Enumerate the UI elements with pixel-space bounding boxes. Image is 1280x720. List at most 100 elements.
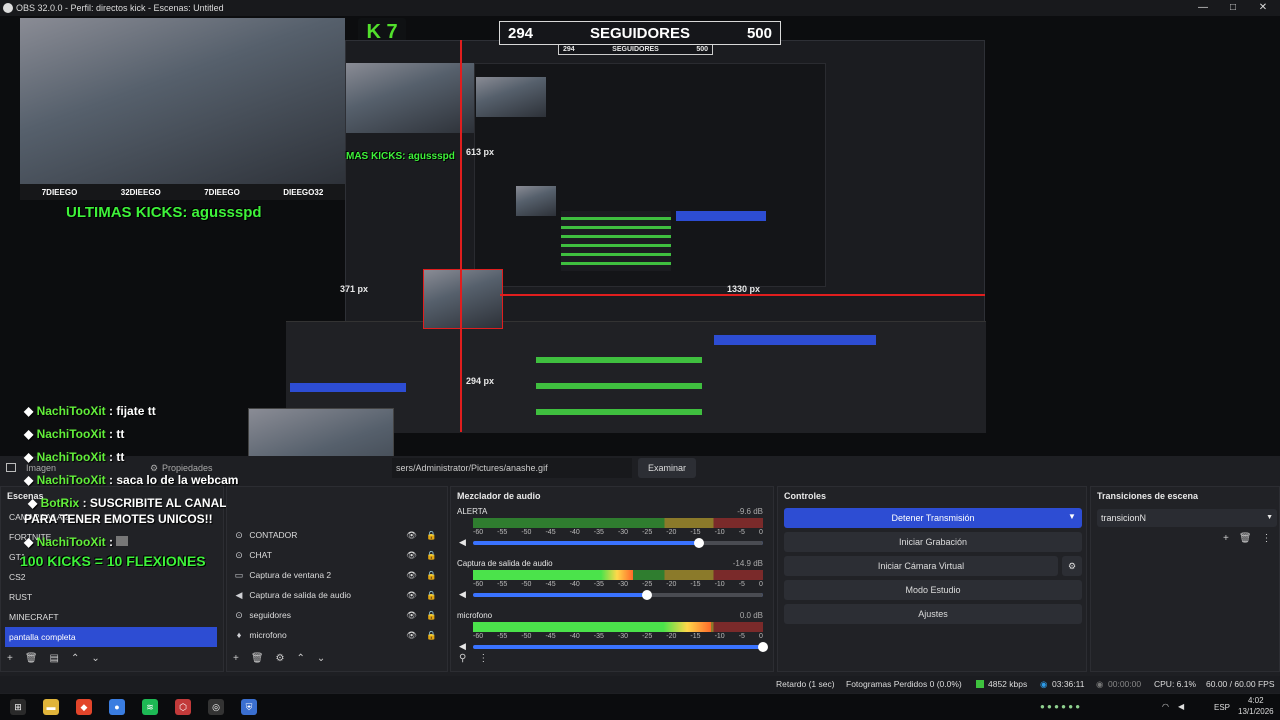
meter-tick-label: -15	[690, 581, 701, 588]
transitions-dock: Transiciones de escena transicionN ▼ + 🗑…	[1090, 486, 1280, 672]
dropped-frames: Fotogramas Perdidos 0 (0.0%)	[846, 679, 962, 689]
remove-source-icon[interactable]: 🗑	[251, 653, 264, 664]
brave-icon[interactable]: ◆	[76, 699, 92, 715]
start-icon[interactable]: ⊞	[10, 699, 26, 715]
mute-speaker-icon[interactable]: ◀	[459, 641, 466, 652]
channel-name: ALERTA	[457, 507, 488, 516]
spotify-icon[interactable]: ≋	[142, 699, 158, 715]
path-field[interactable]: sers/Administrator/Pictures/anashe.gif	[392, 458, 632, 478]
scenes-toolbar: + 🗑 ▤ ⌃ ⌄	[7, 653, 100, 664]
virtual-camera-settings-button[interactable]: ⚙	[1062, 556, 1082, 576]
volume-slider-knob[interactable]	[642, 590, 652, 600]
source-item[interactable]: ⊙ seguidores 👁 🔒	[231, 605, 445, 625]
visibility-icon[interactable]: 👁	[406, 585, 417, 605]
remove-scene-icon[interactable]: 🗑	[25, 653, 38, 664]
mute-speaker-icon[interactable]: ◀	[459, 589, 466, 600]
move-up-icon[interactable]: ⌃	[297, 653, 305, 664]
meter-tick-label: -40	[569, 581, 580, 588]
guide-top	[460, 40, 462, 432]
volume-slider[interactable]	[473, 538, 763, 548]
youtube-social: DIEEGO32	[283, 187, 324, 197]
add-scene-icon[interactable]: +	[7, 653, 13, 664]
taskbar: ⊞ ▬ ◆ ● ≋ ⬡ ◎ ⛨ ● ● ● ● ● ● ◠ ◀ ESP 4:02…	[0, 694, 1280, 720]
lock-icon[interactable]: 🔒	[426, 545, 437, 565]
shield-icon[interactable]: ⛨	[241, 699, 257, 715]
source-item[interactable]: ⊙ CONTADOR 👁 🔒	[231, 525, 445, 545]
menu-dots-icon[interactable]: ⋮	[478, 653, 488, 664]
lock-icon[interactable]: 🔒	[426, 585, 437, 605]
volume-slider[interactable]	[473, 590, 763, 600]
close-button[interactable]: ✕	[1248, 0, 1278, 16]
mute-speaker-icon[interactable]: ◀	[459, 537, 466, 548]
clock-date[interactable]: 13/1/2026	[1238, 707, 1274, 716]
tray-icons[interactable]: ● ● ● ● ● ●	[1040, 702, 1080, 711]
followers-goal: 500	[746, 24, 772, 42]
meter-tick-label: -55	[497, 529, 508, 536]
channel-name: Captura de salida de audio	[457, 559, 553, 568]
chrome-icon[interactable]: ●	[109, 699, 125, 715]
settings-button[interactable]: Ajustes	[784, 604, 1082, 624]
source-item[interactable]: ◀ Captura de salida de audio 👁 🔒	[231, 585, 445, 605]
remove-transition-icon[interactable]: 🗑	[1239, 533, 1252, 544]
browse-button[interactable]: Examinar	[638, 458, 696, 478]
measure-right: 1330 px	[727, 284, 761, 294]
stop-stream-button[interactable]: Detener Transmisión	[784, 508, 1082, 528]
file-explorer-icon[interactable]: ▬	[43, 699, 59, 715]
scene-item-selected[interactable]: pantalla completa	[5, 627, 217, 647]
microphone-icon: ♦	[236, 630, 242, 640]
start-virtual-camera-button[interactable]: Iniciar Cámara Virtual	[784, 556, 1058, 576]
settings-icon[interactable]: ⚙	[276, 653, 285, 664]
meter-tick-label: -5	[738, 633, 745, 640]
record-time: 00:00:00	[1108, 679, 1142, 689]
instagram-social: 32DIEEGO	[120, 187, 161, 197]
volume-icon[interactable]: ◀	[1178, 702, 1184, 711]
transition-select[interactable]: transicionN ▼	[1097, 509, 1277, 527]
source-item[interactable]: ♦ microfono 👁 🔒	[231, 625, 445, 645]
visibility-icon[interactable]: 👁	[406, 605, 417, 625]
lock-icon[interactable]: 🔒	[426, 605, 437, 625]
nested-scene-selected	[290, 383, 406, 392]
preview-canvas[interactable]: 7DIEEGO 32DIEEGO 7DIEEGO DIEEGO32 ULTIMA…	[0, 16, 1280, 456]
start-recording-button[interactable]: Iniciar Grabación	[784, 532, 1082, 552]
move-down-icon[interactable]: ⌄	[91, 653, 99, 664]
visibility-icon[interactable]: 👁	[406, 545, 417, 565]
move-down-icon[interactable]: ⌄	[317, 653, 325, 664]
add-source-icon[interactable]: +	[233, 653, 239, 664]
meter-tick-label: -60	[473, 633, 484, 640]
measure-top: 613 px	[466, 147, 495, 157]
app-icon[interactable]: ⬡	[175, 699, 191, 715]
keyboard-language[interactable]: ESP	[1214, 703, 1230, 712]
emote-icon	[116, 536, 129, 546]
volume-slider-knob[interactable]	[758, 642, 768, 652]
link-icon[interactable]: ⚲	[459, 653, 466, 664]
volume-slider-knob[interactable]	[694, 538, 705, 548]
lock-icon[interactable]: 🔒	[426, 525, 437, 545]
source-item[interactable]: ▭ Captura de ventana 2 👁 🔒	[231, 565, 445, 585]
scene-item[interactable]: RUST	[5, 587, 217, 607]
nested-cam-2	[476, 77, 546, 117]
maximize-button[interactable]: □	[1218, 0, 1248, 16]
menu-dots-icon[interactable]: ⋮	[1262, 533, 1272, 544]
minimize-button[interactable]: —	[1188, 0, 1218, 16]
lock-icon[interactable]: 🔒	[426, 565, 437, 585]
add-transition-icon[interactable]: +	[1223, 533, 1229, 544]
clock-time[interactable]: 4:02	[1248, 696, 1264, 705]
volume-slider[interactable]	[473, 642, 768, 652]
visibility-icon[interactable]: 👁	[406, 525, 417, 545]
studio-mode-button[interactable]: Modo Estudio	[784, 580, 1082, 600]
chat-line: ◆ NachiTooXit : tt	[24, 450, 125, 464]
wifi-icon[interactable]: ◠	[1162, 702, 1169, 711]
obs-icon[interactable]: ◎	[208, 699, 224, 715]
nested-last-kicks: MAS KICKS: agussspd	[346, 151, 455, 162]
move-up-icon[interactable]: ⌃	[71, 653, 79, 664]
cpu-usage: CPU: 6.1%	[1154, 679, 1197, 689]
chevron-down-icon[interactable]: ▼	[1068, 512, 1076, 521]
filter-icon[interactable]: ▤	[50, 653, 59, 664]
visibility-icon[interactable]: 👁	[406, 565, 417, 585]
lock-icon[interactable]: 🔒	[426, 625, 437, 645]
scene-item[interactable]: MINECRAFT	[5, 607, 217, 627]
nested-webcam	[346, 63, 474, 133]
visibility-icon[interactable]: 👁	[406, 625, 417, 645]
source-item[interactable]: ⊙ CHAT 👁 🔒	[231, 545, 445, 565]
meter-tick-label: -60	[473, 581, 484, 588]
